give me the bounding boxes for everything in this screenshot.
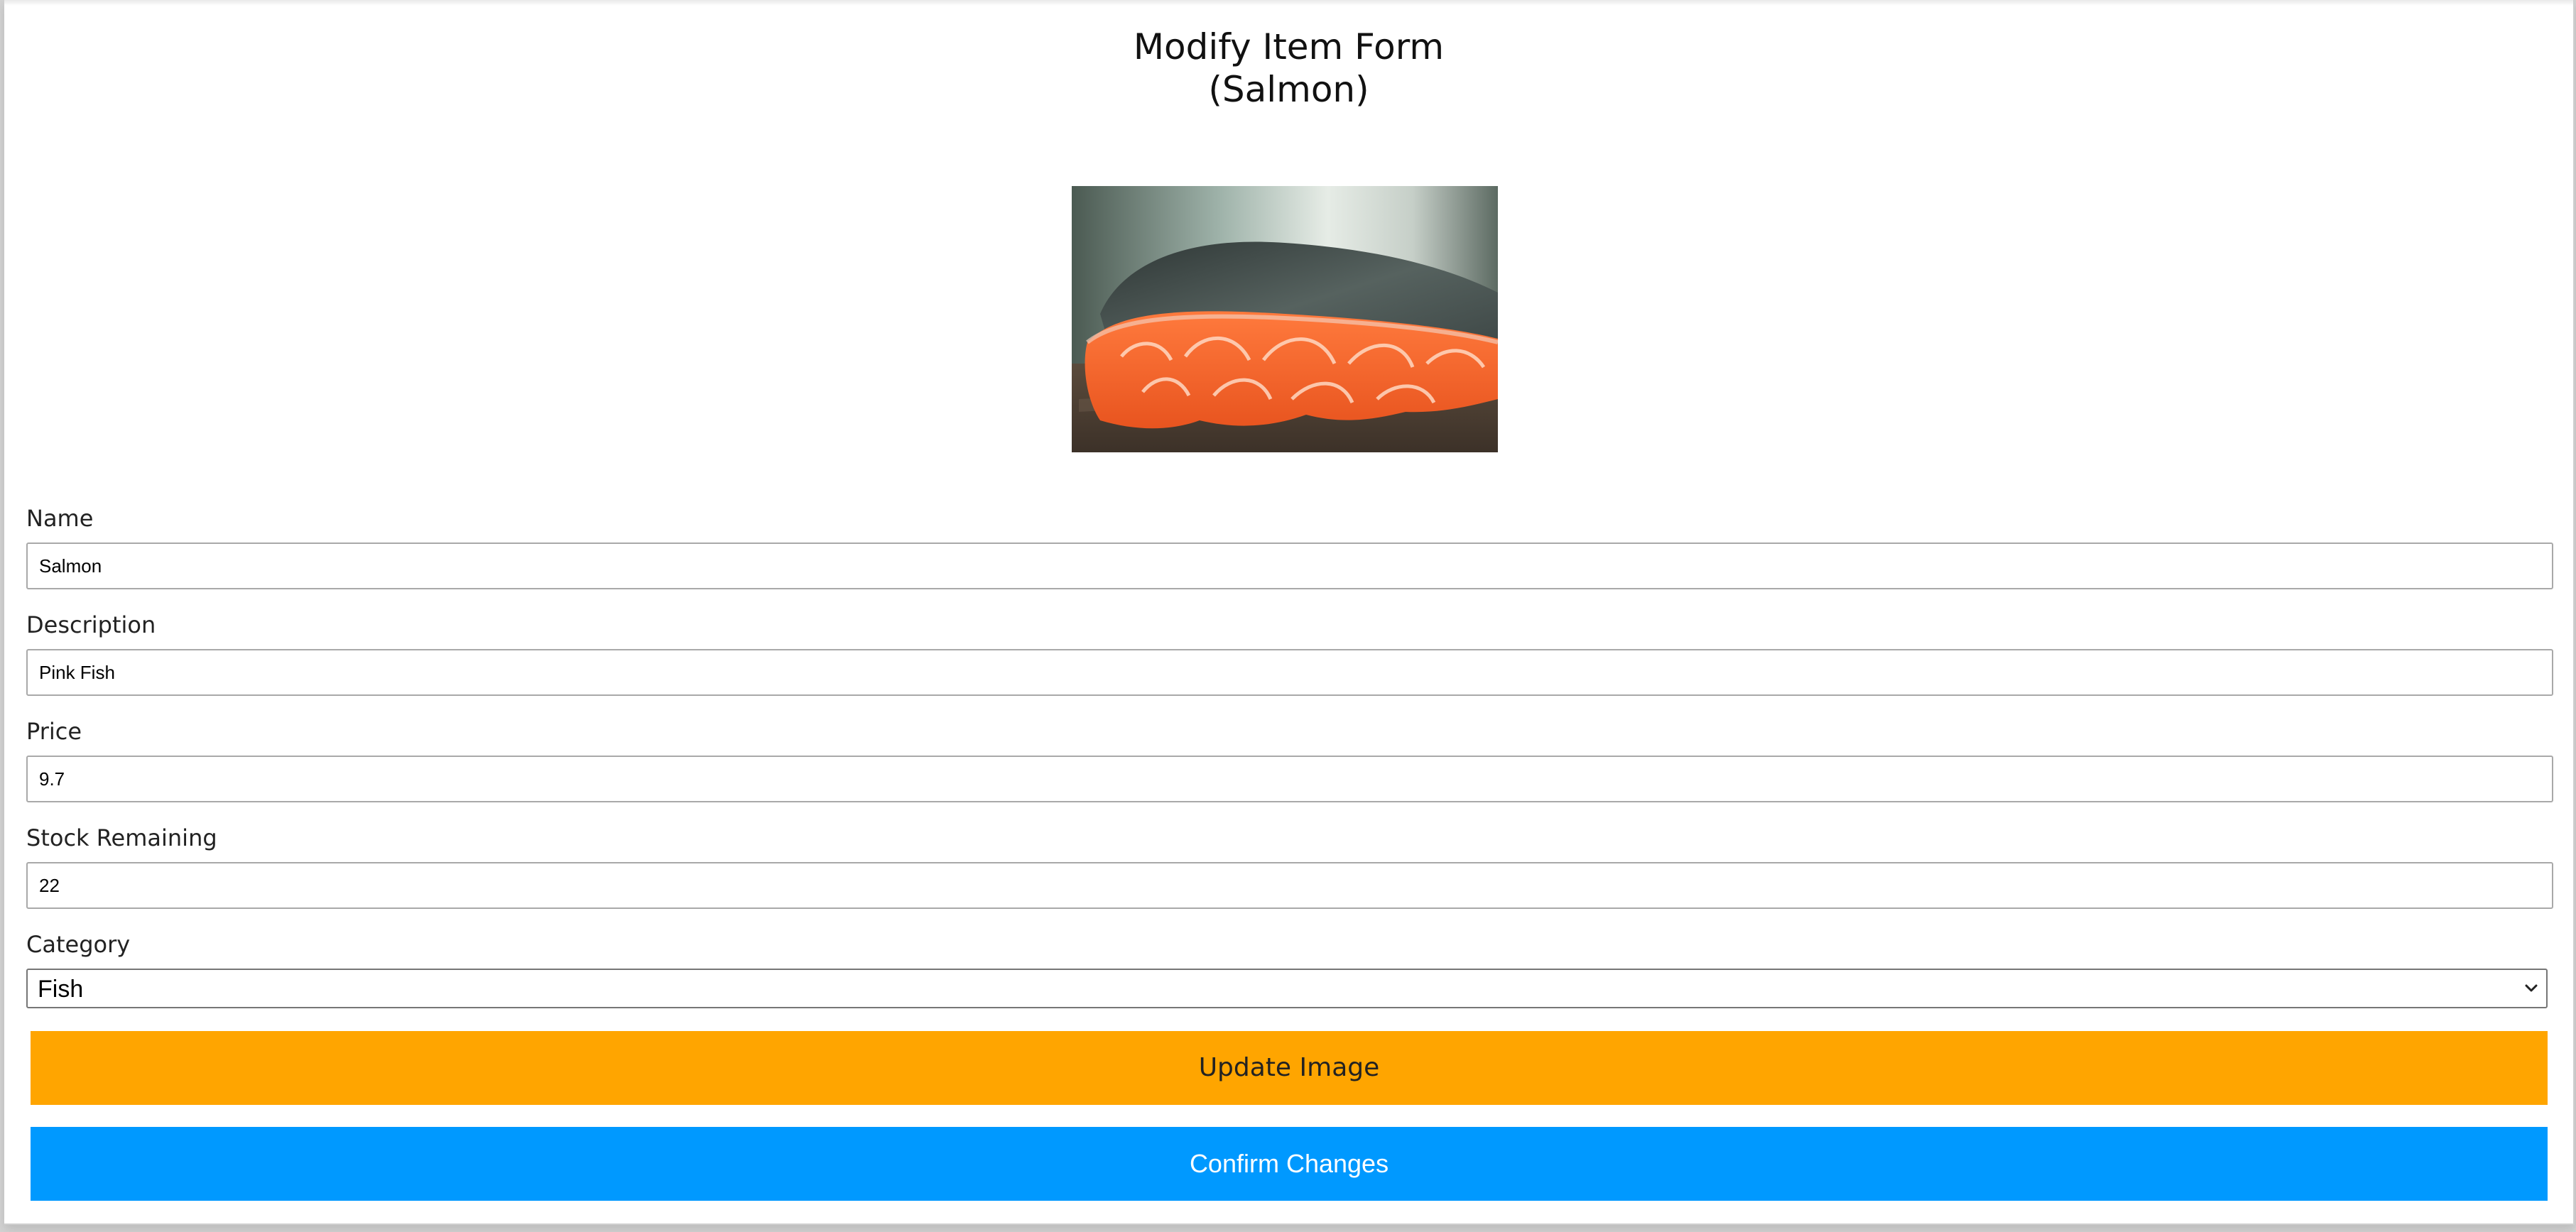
confirm-changes-button[interactable]: Confirm Changes — [31, 1127, 2548, 1201]
item-image — [1072, 186, 1498, 452]
stock-remaining-label: Stock Remaining — [26, 824, 217, 851]
page-title-line1: Modify Item Form — [1133, 26, 1445, 67]
category-label: Category — [26, 931, 131, 958]
price-label: Price — [26, 718, 82, 745]
modify-item-page: Modify Item Form (Salmon) Name Salmon De… — [4, 0, 2575, 1225]
name-input[interactable] — [26, 543, 2553, 589]
page-title-line2: (Salmon) — [1208, 69, 1369, 110]
price-input[interactable] — [26, 756, 2553, 802]
update-image-button[interactable]: Update Image — [31, 1031, 2548, 1105]
category-selected-value: Fish — [38, 976, 84, 1003]
stock-remaining-input[interactable] — [26, 862, 2553, 909]
top-shadow — [4, 0, 2573, 6]
category-select[interactable]: Fish — [26, 969, 2548, 1008]
name-label: Name — [26, 505, 94, 532]
chevron-down-icon — [2523, 983, 2539, 994]
description-input[interactable] — [26, 649, 2553, 696]
description-label: Description — [26, 611, 156, 638]
page-title: Modify Item Form (Salmon) — [4, 26, 2573, 111]
